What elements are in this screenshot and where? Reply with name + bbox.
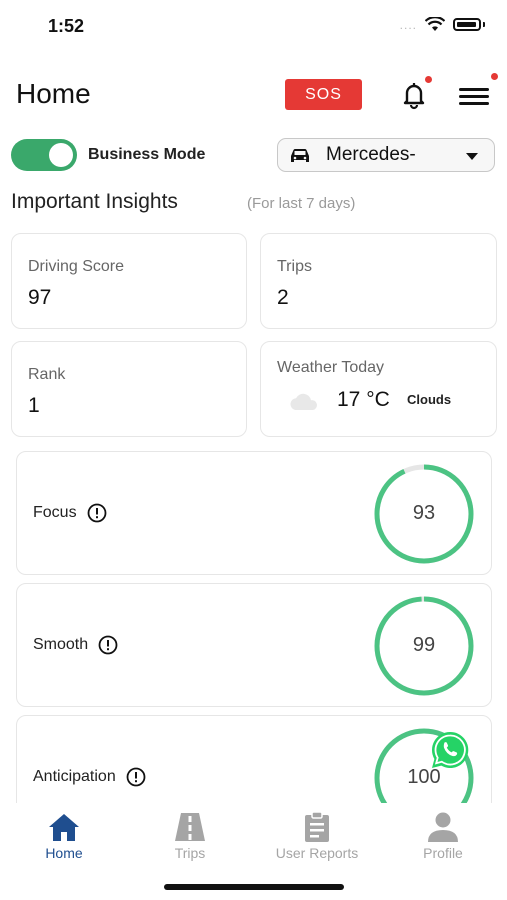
vehicle-select[interactable]: Mercedes- — [277, 138, 495, 172]
menu-line — [459, 88, 489, 91]
nav-trips[interactable]: Trips — [135, 811, 245, 861]
nav-label: User Reports — [275, 845, 359, 861]
battery-icon — [453, 18, 481, 31]
wifi-icon — [425, 17, 445, 31]
home-indicator — [164, 884, 344, 890]
menu-button[interactable] — [459, 73, 498, 108]
smooth-score-card[interactable]: Smooth 99 — [16, 583, 492, 707]
notification-badge — [425, 76, 432, 83]
card-label: Rank — [28, 366, 66, 383]
nav-label: Trips — [174, 845, 206, 861]
smooth-label: Smooth — [33, 635, 118, 655]
score-label-text: Anticipation — [33, 768, 116, 785]
bell-icon — [403, 83, 425, 110]
vehicle-selected-value: Mercedes- — [326, 144, 416, 165]
status-icons: .... — [400, 17, 485, 32]
nav-user-reports[interactable]: User Reports — [262, 811, 372, 861]
toggle-knob — [49, 143, 73, 167]
car-icon — [291, 149, 309, 162]
chevron-down-icon — [466, 153, 478, 160]
smooth-score-value: 99 — [412, 634, 436, 656]
menu-line — [459, 102, 489, 105]
driving-score-card[interactable]: Driving Score 97 — [11, 233, 247, 329]
menu-line — [459, 95, 489, 98]
focus-score-value: 93 — [412, 502, 436, 524]
info-icon[interactable] — [87, 503, 107, 523]
weather-label: Weather Today — [277, 359, 385, 376]
insights-subtitle: (For last 7 days) — [247, 195, 356, 212]
nav-home[interactable]: Home — [9, 811, 119, 861]
clipboard-icon — [305, 811, 329, 842]
home-icon — [49, 814, 79, 841]
signal-dots: .... — [399, 17, 417, 32]
weather-card[interactable]: Weather Today 17 °C Clouds — [260, 341, 497, 437]
sos-button[interactable]: SOS — [285, 79, 362, 110]
whatsapp-button[interactable] — [429, 729, 471, 771]
nav-profile[interactable]: Profile — [388, 811, 498, 861]
info-icon[interactable] — [98, 635, 118, 655]
anticipation-label: Anticipation — [33, 767, 146, 787]
weather-temp: 17 °C — [337, 388, 390, 411]
card-value: 97 — [28, 286, 52, 309]
card-label: Trips — [277, 258, 312, 275]
weather-condition: Clouds — [407, 392, 452, 407]
business-mode-toggle[interactable] — [11, 139, 77, 171]
card-value: 1 — [28, 394, 40, 417]
score-label-text: Smooth — [33, 636, 89, 653]
battery-tip — [483, 22, 485, 27]
rank-card[interactable]: Rank 1 — [11, 341, 247, 437]
page-title: Home — [16, 78, 91, 109]
focus-label: Focus — [33, 503, 107, 523]
info-icon[interactable] — [126, 767, 146, 787]
focus-score-card[interactable]: Focus 93 — [16, 451, 492, 575]
whatsapp-icon — [431, 731, 469, 768]
menu-badge — [491, 73, 498, 80]
nav-label: Profile — [423, 845, 463, 861]
nav-label: Home — [45, 845, 83, 861]
insights-title: Important Insights — [11, 190, 178, 213]
trips-card[interactable]: Trips 2 — [260, 233, 497, 329]
score-label-text: Focus — [33, 504, 77, 521]
road-icon — [175, 813, 205, 841]
notifications-button[interactable] — [399, 76, 432, 110]
business-mode-label: Business Mode — [88, 146, 206, 163]
card-value: 2 — [277, 286, 289, 309]
person-icon — [428, 812, 458, 842]
cloud-icon — [290, 393, 318, 410]
card-label: Driving Score — [28, 258, 125, 275]
status-time: 1:52 — [48, 16, 85, 36]
